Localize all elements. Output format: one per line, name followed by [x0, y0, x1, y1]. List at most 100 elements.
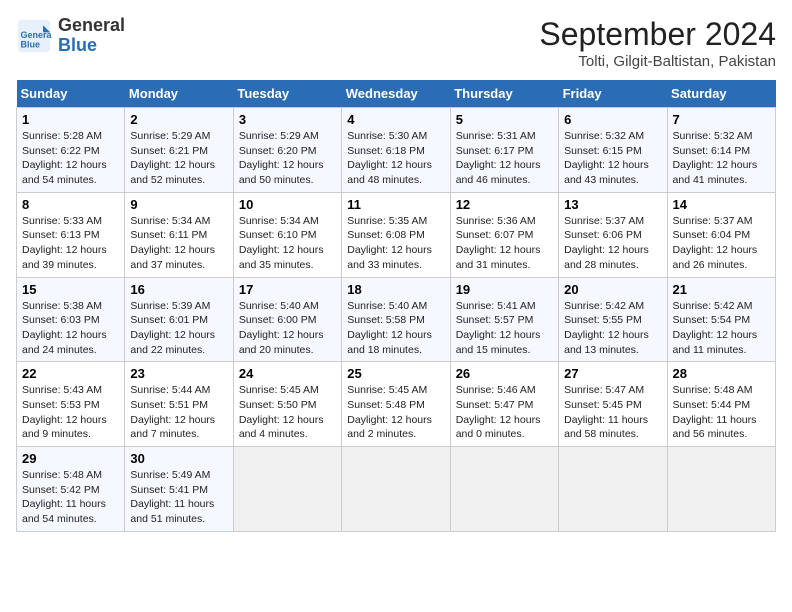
- day-cell: [667, 447, 775, 532]
- day-info: Sunrise: 5:40 AMSunset: 5:58 PMDaylight:…: [347, 300, 432, 356]
- logo-icon: General Blue: [16, 18, 52, 54]
- col-header-tuesday: Tuesday: [233, 80, 341, 108]
- day-info: Sunrise: 5:29 AMSunset: 6:20 PMDaylight:…: [239, 130, 324, 186]
- day-number: 8: [22, 197, 119, 212]
- col-header-thursday: Thursday: [450, 80, 558, 108]
- day-cell: 2 Sunrise: 5:29 AMSunset: 6:21 PMDayligh…: [125, 108, 233, 193]
- day-number: 16: [130, 282, 227, 297]
- day-number: 25: [347, 366, 444, 381]
- day-number: 11: [347, 197, 444, 212]
- day-info: Sunrise: 5:42 AMSunset: 5:54 PMDaylight:…: [673, 300, 758, 356]
- logo-wordmark: General Blue: [58, 16, 125, 56]
- day-cell: 3 Sunrise: 5:29 AMSunset: 6:20 PMDayligh…: [233, 108, 341, 193]
- day-info: Sunrise: 5:35 AMSunset: 6:08 PMDaylight:…: [347, 215, 432, 271]
- day-info: Sunrise: 5:40 AMSunset: 6:00 PMDaylight:…: [239, 300, 324, 356]
- day-info: Sunrise: 5:43 AMSunset: 5:53 PMDaylight:…: [22, 384, 107, 440]
- week-row-2: 8 Sunrise: 5:33 AMSunset: 6:13 PMDayligh…: [17, 192, 776, 277]
- day-info: Sunrise: 5:38 AMSunset: 6:03 PMDaylight:…: [22, 300, 107, 356]
- day-number: 14: [673, 197, 770, 212]
- day-cell: [559, 447, 667, 532]
- title-area: September 2024 Tolti, Gilgit-Baltistan, …: [539, 16, 776, 70]
- day-number: 15: [22, 282, 119, 297]
- day-info: Sunrise: 5:37 AMSunset: 6:04 PMDaylight:…: [673, 215, 758, 271]
- day-number: 28: [673, 366, 770, 381]
- day-cell: 12 Sunrise: 5:36 AMSunset: 6:07 PMDaylig…: [450, 192, 558, 277]
- day-cell: [450, 447, 558, 532]
- day-cell: 20 Sunrise: 5:42 AMSunset: 5:55 PMDaylig…: [559, 277, 667, 362]
- day-info: Sunrise: 5:48 AMSunset: 5:44 PMDaylight:…: [673, 384, 757, 440]
- day-cell: 18 Sunrise: 5:40 AMSunset: 5:58 PMDaylig…: [342, 277, 450, 362]
- day-info: Sunrise: 5:32 AMSunset: 6:14 PMDaylight:…: [673, 130, 758, 186]
- day-cell: 10 Sunrise: 5:34 AMSunset: 6:10 PMDaylig…: [233, 192, 341, 277]
- day-info: Sunrise: 5:42 AMSunset: 5:55 PMDaylight:…: [564, 300, 649, 356]
- day-number: 18: [347, 282, 444, 297]
- calendar-table: SundayMondayTuesdayWednesdayThursdayFrid…: [16, 80, 776, 532]
- day-info: Sunrise: 5:48 AMSunset: 5:42 PMDaylight:…: [22, 469, 106, 525]
- day-cell: 15 Sunrise: 5:38 AMSunset: 6:03 PMDaylig…: [17, 277, 125, 362]
- day-number: 27: [564, 366, 661, 381]
- day-cell: 1 Sunrise: 5:28 AMSunset: 6:22 PMDayligh…: [17, 108, 125, 193]
- day-info: Sunrise: 5:45 AMSunset: 5:50 PMDaylight:…: [239, 384, 324, 440]
- day-number: 19: [456, 282, 553, 297]
- day-cell: 5 Sunrise: 5:31 AMSunset: 6:17 PMDayligh…: [450, 108, 558, 193]
- day-number: 22: [22, 366, 119, 381]
- week-row-1: 1 Sunrise: 5:28 AMSunset: 6:22 PMDayligh…: [17, 108, 776, 193]
- day-number: 21: [673, 282, 770, 297]
- week-row-5: 29 Sunrise: 5:48 AMSunset: 5:42 PMDaylig…: [17, 447, 776, 532]
- day-cell: 30 Sunrise: 5:49 AMSunset: 5:41 PMDaylig…: [125, 447, 233, 532]
- day-cell: 9 Sunrise: 5:34 AMSunset: 6:11 PMDayligh…: [125, 192, 233, 277]
- header-row: SundayMondayTuesdayWednesdayThursdayFrid…: [17, 80, 776, 108]
- day-number: 30: [130, 451, 227, 466]
- day-cell: 13 Sunrise: 5:37 AMSunset: 6:06 PMDaylig…: [559, 192, 667, 277]
- day-cell: 29 Sunrise: 5:48 AMSunset: 5:42 PMDaylig…: [17, 447, 125, 532]
- day-cell: 24 Sunrise: 5:45 AMSunset: 5:50 PMDaylig…: [233, 362, 341, 447]
- day-info: Sunrise: 5:44 AMSunset: 5:51 PMDaylight:…: [130, 384, 215, 440]
- day-cell: [233, 447, 341, 532]
- day-number: 9: [130, 197, 227, 212]
- day-cell: 23 Sunrise: 5:44 AMSunset: 5:51 PMDaylig…: [125, 362, 233, 447]
- header: General Blue General Blue September 2024…: [16, 16, 776, 70]
- day-info: Sunrise: 5:47 AMSunset: 5:45 PMDaylight:…: [564, 384, 648, 440]
- day-info: Sunrise: 5:49 AMSunset: 5:41 PMDaylight:…: [130, 469, 214, 525]
- day-number: 2: [130, 112, 227, 127]
- day-number: 24: [239, 366, 336, 381]
- day-cell: 22 Sunrise: 5:43 AMSunset: 5:53 PMDaylig…: [17, 362, 125, 447]
- day-cell: 26 Sunrise: 5:46 AMSunset: 5:47 PMDaylig…: [450, 362, 558, 447]
- day-number: 17: [239, 282, 336, 297]
- day-cell: 17 Sunrise: 5:40 AMSunset: 6:00 PMDaylig…: [233, 277, 341, 362]
- day-cell: [342, 447, 450, 532]
- col-header-wednesday: Wednesday: [342, 80, 450, 108]
- col-header-sunday: Sunday: [17, 80, 125, 108]
- day-cell: 11 Sunrise: 5:35 AMSunset: 6:08 PMDaylig…: [342, 192, 450, 277]
- day-info: Sunrise: 5:29 AMSunset: 6:21 PMDaylight:…: [130, 130, 215, 186]
- day-number: 26: [456, 366, 553, 381]
- day-number: 12: [456, 197, 553, 212]
- day-cell: 21 Sunrise: 5:42 AMSunset: 5:54 PMDaylig…: [667, 277, 775, 362]
- day-info: Sunrise: 5:34 AMSunset: 6:11 PMDaylight:…: [130, 215, 215, 271]
- col-header-monday: Monday: [125, 80, 233, 108]
- week-row-3: 15 Sunrise: 5:38 AMSunset: 6:03 PMDaylig…: [17, 277, 776, 362]
- day-info: Sunrise: 5:34 AMSunset: 6:10 PMDaylight:…: [239, 215, 324, 271]
- day-cell: 28 Sunrise: 5:48 AMSunset: 5:44 PMDaylig…: [667, 362, 775, 447]
- day-info: Sunrise: 5:32 AMSunset: 6:15 PMDaylight:…: [564, 130, 649, 186]
- day-info: Sunrise: 5:30 AMSunset: 6:18 PMDaylight:…: [347, 130, 432, 186]
- day-cell: 25 Sunrise: 5:45 AMSunset: 5:48 PMDaylig…: [342, 362, 450, 447]
- day-cell: 6 Sunrise: 5:32 AMSunset: 6:15 PMDayligh…: [559, 108, 667, 193]
- col-header-friday: Friday: [559, 80, 667, 108]
- day-number: 13: [564, 197, 661, 212]
- logo: General Blue General Blue: [16, 16, 125, 56]
- day-info: Sunrise: 5:39 AMSunset: 6:01 PMDaylight:…: [130, 300, 215, 356]
- col-header-saturday: Saturday: [667, 80, 775, 108]
- day-number: 7: [673, 112, 770, 127]
- day-cell: 7 Sunrise: 5:32 AMSunset: 6:14 PMDayligh…: [667, 108, 775, 193]
- day-info: Sunrise: 5:45 AMSunset: 5:48 PMDaylight:…: [347, 384, 432, 440]
- day-number: 3: [239, 112, 336, 127]
- day-number: 10: [239, 197, 336, 212]
- day-info: Sunrise: 5:28 AMSunset: 6:22 PMDaylight:…: [22, 130, 107, 186]
- day-cell: 14 Sunrise: 5:37 AMSunset: 6:04 PMDaylig…: [667, 192, 775, 277]
- day-cell: 4 Sunrise: 5:30 AMSunset: 6:18 PMDayligh…: [342, 108, 450, 193]
- day-cell: 8 Sunrise: 5:33 AMSunset: 6:13 PMDayligh…: [17, 192, 125, 277]
- week-row-4: 22 Sunrise: 5:43 AMSunset: 5:53 PMDaylig…: [17, 362, 776, 447]
- month-title: September 2024: [539, 16, 776, 53]
- svg-text:Blue: Blue: [21, 39, 41, 49]
